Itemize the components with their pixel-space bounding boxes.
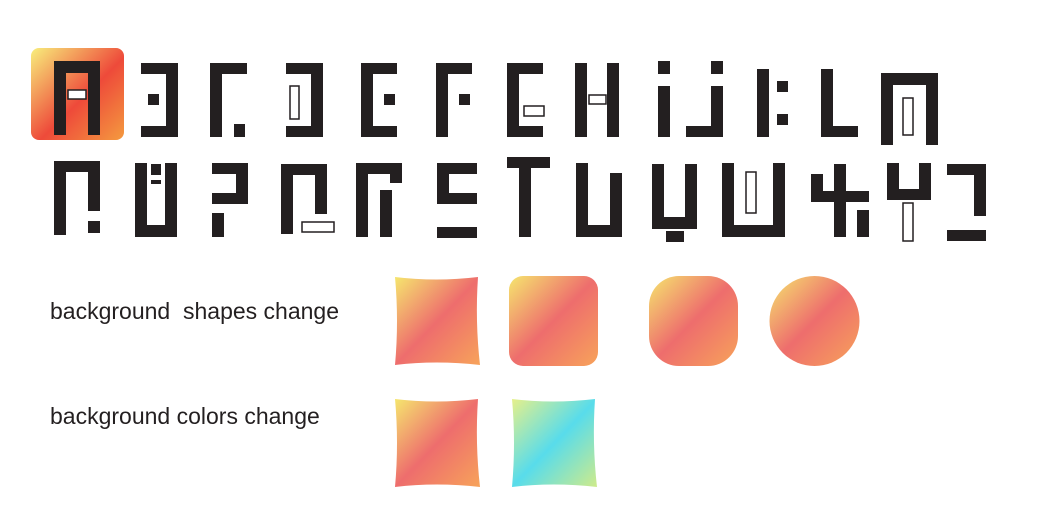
glyph-l xyxy=(821,69,858,137)
glyph-c xyxy=(210,63,247,137)
shapes-row-label: background shapes change xyxy=(50,298,339,324)
alphabet-specimen xyxy=(31,48,986,242)
glyph-f xyxy=(436,63,472,137)
glyph-b xyxy=(141,63,178,137)
glyph-t xyxy=(507,157,550,237)
glyph-e xyxy=(361,63,397,137)
glyph-r xyxy=(356,163,402,237)
glyph-o xyxy=(135,163,177,237)
glyph-y xyxy=(887,163,931,242)
swatch-circle xyxy=(769,275,860,367)
glyph-d xyxy=(286,63,323,137)
glyph-u xyxy=(576,163,622,237)
glyph-q xyxy=(281,164,335,234)
glyph-j xyxy=(686,61,723,137)
colors-row-label: background colors change xyxy=(50,403,320,429)
swatch-cool-gradient xyxy=(508,397,599,489)
glyph-h xyxy=(575,63,619,137)
glyph-z xyxy=(947,164,986,241)
swatch-soft-rounded-square xyxy=(508,275,599,367)
glyph-x xyxy=(811,164,869,237)
glyph-g xyxy=(507,63,545,137)
glyph-s xyxy=(437,163,477,238)
glyph-m xyxy=(881,73,938,145)
swatch-rounded-square xyxy=(648,275,739,367)
glyph-i xyxy=(658,61,670,137)
glyph-p xyxy=(212,163,248,237)
swatch-pinched-square xyxy=(391,275,482,367)
swatch-warm-gradient xyxy=(391,397,482,489)
glyph-k xyxy=(757,69,788,137)
glyph-v xyxy=(652,164,697,242)
glyph-n xyxy=(54,161,100,235)
glyph-w xyxy=(722,163,785,237)
